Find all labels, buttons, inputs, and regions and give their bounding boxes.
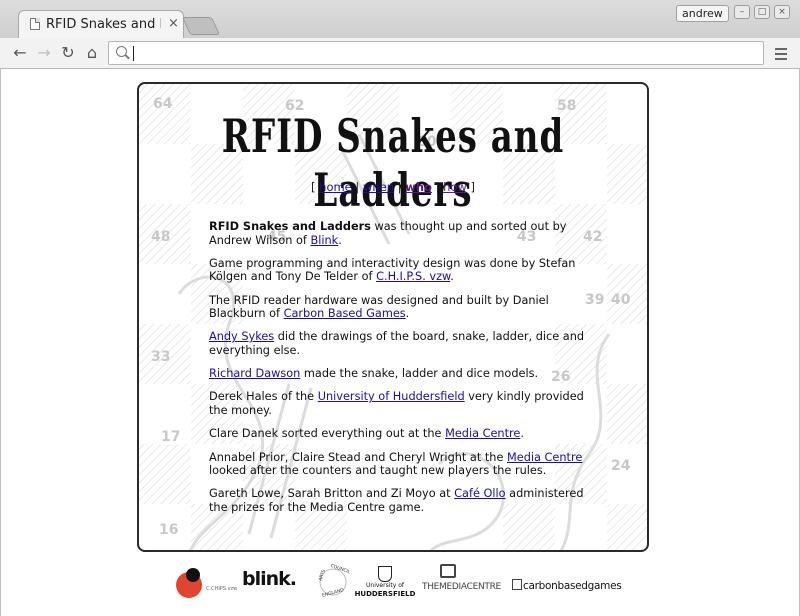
text-caret [133,46,134,61]
browser-titlebar: RFID Snakes and Ladders × andrew – □ × [0,0,800,38]
credits-content: RFID Snakes and Ladders was thought up a… [209,220,585,524]
nav-separator: | [397,180,402,194]
huddersfield-logo[interactable]: University of HUDDERSFIELD [353,566,417,600]
credit-paragraph: Derek Hales of the University of Hudders… [209,390,585,417]
link-andy-sykes[interactable]: Andy Sykes [209,330,274,343]
carbon-logo-box-icon [512,579,522,590]
huddersfield-logo-line: HUDDERSFIELD [354,590,416,598]
credit-text: looked after the counters and taught new… [209,464,547,478]
nav-link-home[interactable]: home [319,180,352,194]
reload-icon[interactable]: ↻ [58,43,78,63]
credit-paragraph: Annabel Prior, Claire Stead and Cheryl W… [209,451,585,478]
nav-link-how[interactable]: how [443,180,467,194]
chips-logo-mark [186,568,200,582]
chips-logo[interactable]: C.CHIPS.vzw [176,566,238,598]
credit-text: Clare Danek sorted everything out at the [209,427,446,441]
link-blink[interactable]: Blink [310,234,338,247]
board-number: 39 [585,292,604,308]
credit-paragraph: Clare Danek sorted everything out at the… [209,427,585,441]
credit-text: Derek Hales of the [209,390,318,404]
link-richard-dawson[interactable]: Richard Dawson [209,367,300,380]
link-university-of-huddersfield[interactable]: University of Huddersfield [318,390,465,403]
page-title: RFID Snakes and Ladders [221,110,565,218]
credit-paragraph: The RFID reader hardware was designed an… [209,294,585,321]
tab-title: RFID Snakes and Ladders [46,17,161,32]
credit-text: . [520,427,524,441]
nav-bracket-open: [ [311,180,316,194]
board-number: 17 [161,429,180,445]
forward-icon[interactable]: → [34,43,54,63]
credit-text: . [405,307,410,321]
media-centre-logo-text: THEMEDIACENTRE [422,582,501,592]
nav-separator: | [355,180,360,194]
nav-link-when[interactable]: when [363,180,394,194]
credit-text: made the snake, ladder and dice models. [300,367,539,381]
arts-council-logo[interactable]: ARTS COUNCIL ENGLAND [316,564,350,599]
sponsor-logos: C.CHIPS.vzw blink. ARTS COUNCIL ENGLAND … [170,562,630,602]
link-cafe-ollo[interactable]: Café Ollo [454,487,505,500]
media-centre-mark-icon [440,564,456,578]
carbon-logo-text: carbonbasedgames [523,580,622,592]
new-tab-button[interactable] [181,17,221,35]
browser-menu-icon[interactable] [774,46,788,62]
credit-paragraph: Gareth Lowe, Sarah Britton and Zi Moyo a… [209,487,585,514]
credit-paragraph: Richard Dawson made the snake, ladder an… [209,367,585,381]
nav-link-who[interactable]: who [405,180,432,194]
profile-button[interactable]: andrew [676,5,729,22]
link-media-centre[interactable]: Media Centre [507,451,582,464]
back-icon[interactable]: ← [10,43,30,63]
maximize-button[interactable]: □ [754,5,770,19]
credit-paragraph: Game programming and interactivity desig… [209,257,585,284]
browser-tab[interactable]: RFID Snakes and Ladders × [18,10,184,38]
board-number: 33 [151,349,170,365]
link-carbon-based-games[interactable]: Carbon Based Games [284,307,406,320]
home-icon[interactable]: ⌂ [82,43,102,63]
close-window-button[interactable]: × [774,5,790,19]
site-nav: [ home | when | who | how ] [139,180,647,194]
credit-bold-title: RFID Snakes and Ladders [209,220,371,233]
chips-logo-text: C.CHIPS.vzw [206,586,238,592]
blink-logo[interactable]: blink. [242,568,297,590]
board-number: 48 [151,229,170,245]
media-centre-logo[interactable]: THEMEDIACENTRE [422,564,506,598]
credit-text: Gareth Lowe, Sarah Britton and Zi Moyo a… [209,487,455,501]
tab-close-icon[interactable]: × [168,16,179,31]
university-crest-icon [378,566,392,582]
nav-bracket-close: ] [470,180,476,194]
page-icon [30,18,40,30]
huddersfield-logo-line: University of [366,582,404,589]
link-chips[interactable]: C.H.I.P.S. vzw [376,270,450,283]
minimize-button[interactable]: – [734,5,750,19]
search-icon [116,46,127,57]
credit-text: Annabel Prior, Claire Stead and Cheryl W… [209,450,507,464]
board-number: 24 [611,458,631,474]
link-media-centre[interactable]: Media Centre [445,427,520,440]
credit-paragraph: RFID Snakes and Ladders was thought up a… [209,220,585,247]
nav-separator: | [435,180,440,194]
carbon-based-games-logo[interactable]: carbonbasedgames [512,579,622,592]
board-number: 40 [611,292,631,308]
credit-paragraph: Andy Sykes did the drawings of the board… [209,330,585,357]
address-bar[interactable] [108,41,764,65]
content-board: 64 62 58 48 45 43 42 33 39 40 26 17 24 1… [137,82,649,552]
address-input[interactable] [133,44,753,62]
credit-text: . [338,233,342,247]
board-number: 42 [583,229,602,245]
board-number: 16 [159,522,178,538]
credit-text: . [450,270,454,284]
